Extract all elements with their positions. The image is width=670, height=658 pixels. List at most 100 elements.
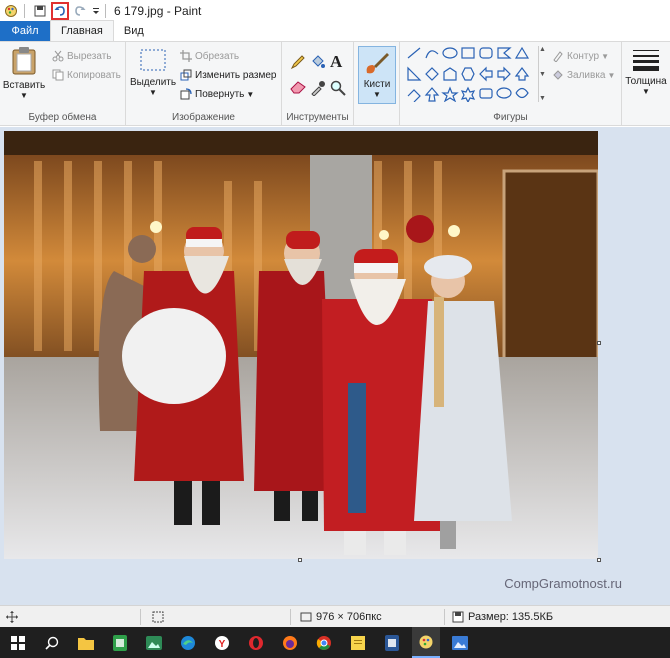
chevron-down-icon: ▼ <box>149 88 157 97</box>
line-thickness-icon <box>632 48 660 72</box>
tab-view[interactable]: Вид <box>114 21 154 41</box>
chevron-down-icon[interactable] <box>91 2 101 20</box>
title-bar: 6 179.jpg - Paint <box>0 0 670 22</box>
outline-button[interactable]: Контур ▼ <box>552 50 609 62</box>
copy-label: Копировать <box>67 69 121 81</box>
chevron-down-icon: ▼ <box>607 70 616 80</box>
copy-icon <box>52 69 64 81</box>
paint-taskbar-icon[interactable] <box>412 627 440 658</box>
resize-handle-right[interactable] <box>597 341 601 345</box>
resize-handle-corner[interactable] <box>597 558 601 562</box>
file-size-text: Размер: 135.5КБ <box>468 610 554 623</box>
chrome-browser-icon[interactable] <box>310 627 338 658</box>
separator <box>140 609 141 625</box>
spreadsheet-app-icon[interactable] <box>106 627 134 658</box>
santa-claus-photo <box>4 131 598 559</box>
paste-button[interactable]: Вставить ▼ <box>3 46 45 100</box>
file-explorer-icon[interactable] <box>72 627 100 658</box>
shapes-gallery[interactable] <box>406 46 538 104</box>
resize-button[interactable]: Изменить размер <box>180 69 276 81</box>
save-icon[interactable] <box>31 2 49 20</box>
brushes-button[interactable]: Кисти ▼ <box>358 46 396 104</box>
color-picker-icon[interactable] <box>310 80 326 96</box>
select-rectangle-icon <box>139 48 167 72</box>
ribbon-tabs: Файл Главная Вид <box>0 20 670 42</box>
chevron-down-icon: ▼ <box>601 51 609 61</box>
undo-icon[interactable] <box>51 2 69 20</box>
crop-label: Обрезать <box>195 50 240 62</box>
group-image: Выделить ▼ Обрезать Изменить размер Пове… <box>126 42 282 126</box>
tab-file[interactable]: Файл <box>0 21 50 41</box>
rotate-button[interactable]: Повернуть ▼ <box>180 88 254 100</box>
status-bar: 976 × 706пкс Размер: 135.5КБ <box>0 605 670 627</box>
group-size: Толщина ▼ <box>622 42 670 126</box>
resize-label: Изменить размер <box>195 69 277 81</box>
tab-home[interactable]: Главная <box>50 20 114 41</box>
fill-bucket-icon[interactable] <box>310 54 326 70</box>
crop-button[interactable]: Обрезать <box>180 50 239 62</box>
cut-button[interactable]: Вырезать <box>52 50 111 62</box>
image-size-icon <box>300 612 312 621</box>
photos-app-icon[interactable] <box>140 627 168 658</box>
rotate-icon <box>180 88 192 100</box>
notes-app-icon[interactable] <box>344 627 372 658</box>
fill-label: Заливка <box>567 69 606 81</box>
image-viewer-icon[interactable] <box>446 627 474 658</box>
fill-button[interactable]: Заливка ▼ <box>552 69 615 81</box>
clipboard-icon <box>11 46 37 76</box>
separator <box>290 609 291 625</box>
paint-app-icon[interactable] <box>2 2 20 20</box>
outline-label: Контур <box>567 50 600 62</box>
windows-start-icon[interactable] <box>4 627 32 658</box>
separator <box>105 4 106 18</box>
outline-icon <box>552 50 564 62</box>
selection-size-icon <box>152 611 164 623</box>
group-tools: A Инструменты <box>282 42 354 126</box>
word-app-icon[interactable] <box>378 627 406 658</box>
shapes-scrollbar[interactable]: ▲ ▼ ▼ <box>538 46 546 102</box>
chevron-down-icon: ▼ <box>642 87 650 96</box>
redo-icon[interactable] <box>71 2 89 20</box>
image-dimensions: 976 × 706пкс <box>300 611 382 623</box>
chevron-down-icon: ▼ <box>246 89 255 99</box>
yandex-browser-icon[interactable]: Y <box>208 627 236 658</box>
search-icon[interactable] <box>38 627 66 658</box>
shapes-gallery-icons <box>407 46 530 104</box>
group-clipboard: Вставить ▼ Вырезать Копировать Буфер обм… <box>0 42 126 126</box>
group-label-tools: Инструменты <box>286 112 349 123</box>
ribbon: Вставить ▼ Вырезать Копировать Буфер обм… <box>0 42 670 126</box>
chevron-down-icon[interactable]: ▼ <box>539 71 546 78</box>
cut-label: Вырезать <box>67 50 112 62</box>
brushes-label: Кисти <box>363 79 391 90</box>
size-button[interactable]: Толщина ▼ <box>624 48 668 96</box>
resize-icon <box>180 69 192 81</box>
scissors-icon <box>52 50 64 62</box>
edge-browser-icon[interactable] <box>174 627 202 658</box>
group-shapes: ▲ ▼ ▼ Контур ▼ Заливка ▼ Фигуры <box>400 42 622 126</box>
group-label-image: Изображение <box>172 112 235 123</box>
watermark: CompGramotnost.ru <box>504 576 622 591</box>
chevron-up-icon[interactable]: ▲ <box>539 46 546 53</box>
group-label-shapes: Фигуры <box>493 112 528 123</box>
chevron-down-icon: ▼ <box>373 90 381 99</box>
canvas-image[interactable] <box>4 131 598 559</box>
opera-browser-icon[interactable] <box>242 627 270 658</box>
dimensions-text: 976 × 706пкс <box>316 610 382 623</box>
group-label-clipboard: Буфер обмена <box>28 112 97 123</box>
text-icon[interactable]: A <box>330 52 342 72</box>
group-brushes: Кисти ▼ <box>354 42 400 126</box>
pencil-icon[interactable] <box>290 54 306 70</box>
size-label: Толщина <box>625 76 667 87</box>
taskbar: Y <box>0 627 670 658</box>
magnifier-icon[interactable] <box>330 80 346 96</box>
expand-gallery-icon[interactable]: ▼ <box>539 95 546 102</box>
firefox-browser-icon[interactable] <box>276 627 304 658</box>
resize-handle-bottom[interactable] <box>298 558 302 562</box>
chevron-down-icon: ▼ <box>20 91 28 100</box>
eraser-icon[interactable] <box>290 80 306 94</box>
file-size: Размер: 135.5КБ <box>452 611 553 623</box>
canvas-area[interactable]: CompGramotnost.ru <box>0 127 670 605</box>
copy-button[interactable]: Копировать <box>52 69 121 81</box>
brush-icon <box>363 49 391 77</box>
select-button[interactable]: Выделить ▼ <box>130 48 176 97</box>
